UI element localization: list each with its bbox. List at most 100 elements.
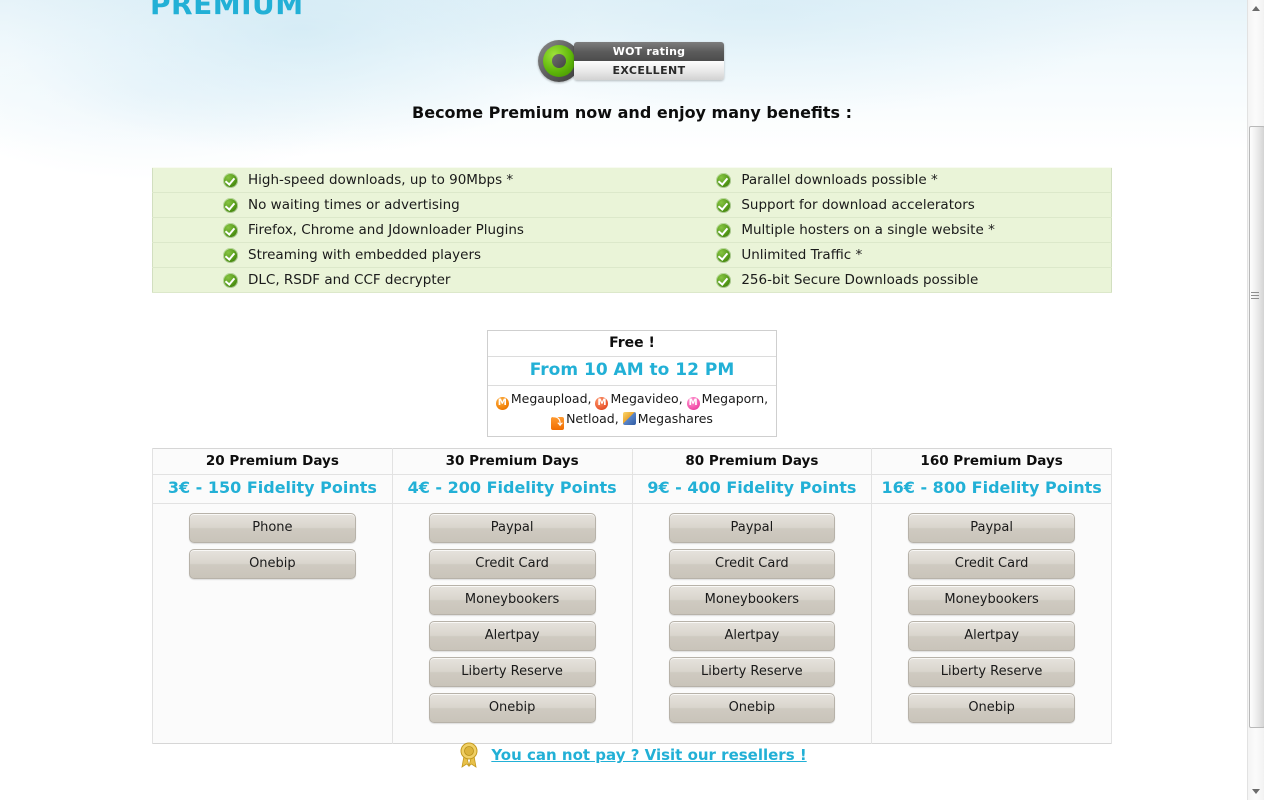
wot-bars: WOT rating EXCELLENT [574, 42, 724, 80]
table-row: Streaming with embedded players Unlimite… [152, 242, 1112, 268]
benefits-body: High-speed downloads, up to 90Mbps * Par… [152, 167, 1112, 293]
pay-button-moneybookers[interactable]: Moneybookers [428, 585, 596, 615]
benefits-table: High-speed downloads, up to 90Mbps * Par… [152, 167, 1112, 293]
megashares-icon [622, 412, 636, 425]
pay-button-credit-card[interactable]: Credit Card [668, 549, 836, 579]
green-check-icon [716, 222, 732, 238]
payment-methods-30: Paypal Credit Card Moneybookers Alertpay… [391, 503, 633, 744]
benefit-cell-left: DLC, RSDF and CCF decrypter [152, 267, 649, 293]
pay-button-paypal[interactable]: Paypal [668, 513, 836, 543]
green-check-icon [223, 272, 238, 288]
green-check-icon [223, 172, 238, 188]
payment-methods-20: Phone Onebip [152, 503, 393, 744]
green-check-icon [716, 172, 732, 188]
benefit-label: Multiple hosters on a single website * [741, 222, 995, 238]
green-check-icon [716, 247, 732, 263]
benefit-label: DLC, RSDF and CCF decrypter [248, 272, 451, 288]
pay-button-moneybookers[interactable]: Moneybookers [908, 585, 1075, 615]
pricing-body: 20 Premium Days 30 Premium Days 80 Premi… [152, 448, 1112, 744]
benefit-label: Streaming with embedded players [248, 247, 482, 263]
free-box-title: Free ! [488, 331, 776, 357]
pay-button-paypal[interactable]: Paypal [908, 513, 1075, 543]
table-row: High-speed downloads, up to 90Mbps * Par… [152, 167, 1112, 193]
table-row: Firefox, Chrome and Jdownloader Plugins … [152, 217, 1112, 243]
benefit-label: 256-bit Secure Downloads possible [741, 272, 979, 288]
benefit-cell-right: 256-bit Secure Downloads possible [648, 267, 1112, 293]
green-check-icon [223, 247, 238, 263]
megaupload-icon: M [495, 397, 509, 410]
free-access-box: Free ! From 10 AM to 12 PM M Megaupload, … [487, 330, 777, 437]
green-check-icon [716, 197, 732, 213]
list-item: Megashares [622, 411, 713, 426]
netload-icon: ⤵ [551, 417, 565, 430]
hoster-label: Megashares [637, 411, 713, 426]
benefit-label: High-speed downloads, up to 90Mbps * [248, 172, 514, 188]
scroll-up-arrow-icon[interactable] [1248, 0, 1264, 17]
free-box-hosters: M Megaupload, M Megavideo, M Megaporn, ⤵ Net… [488, 386, 776, 436]
pay-button-alertpay[interactable]: Alertpay [428, 621, 596, 651]
benefit-label: Firefox, Chrome and Jdownloader Plugins [248, 222, 524, 238]
pricing-price-30: 4€ - 200 Fidelity Points [391, 474, 633, 504]
pricing-days-80: 80 Premium Days [631, 448, 873, 475]
pay-button-onebip[interactable]: Onebip [428, 693, 596, 723]
pay-button-onebip[interactable]: Onebip [908, 693, 1075, 723]
benefit-cell-right: Multiple hosters on a single website * [648, 217, 1112, 243]
hoster-label: Megaporn, [701, 391, 769, 406]
benefit-cell-left: Streaming with embedded players [152, 242, 649, 268]
pricing-price-160: 16€ - 800 Fidelity Points [871, 474, 1112, 504]
pay-button-alertpay[interactable]: Alertpay [908, 621, 1075, 651]
table-row: DLC, RSDF and CCF decrypter 256-bit Secu… [152, 267, 1112, 293]
pay-button-liberty-reserve[interactable]: Liberty Reserve [428, 657, 596, 687]
section-heading: Become Premium now and enjoy many benefi… [412, 103, 852, 122]
hoster-label: Megaupload, [510, 391, 592, 406]
benefit-cell-right: Parallel downloads possible * [648, 167, 1112, 193]
payment-methods-160: Paypal Credit Card Moneybookers Alertpay… [871, 503, 1112, 744]
benefit-cell-right: Unlimited Traffic * [648, 242, 1112, 268]
pricing-header-row: 20 Premium Days 30 Premium Days 80 Premi… [152, 448, 1112, 475]
benefit-label: Unlimited Traffic * [741, 247, 863, 263]
pricing-days-20: 20 Premium Days [152, 448, 393, 475]
benefit-cell-left: No waiting times or advertising [152, 192, 649, 218]
pay-button-liberty-reserve[interactable]: Liberty Reserve [668, 657, 836, 687]
pay-button-onebip[interactable]: Onebip [189, 549, 356, 579]
pricing-price-row: 3€ - 150 Fidelity Points 4€ - 200 Fideli… [152, 474, 1112, 504]
pricing-methods-row: Phone Onebip Paypal Credit Card Moneyboo… [152, 503, 1112, 744]
pay-button-credit-card[interactable]: Credit Card [428, 549, 596, 579]
table-row: No waiting times or advertising Support … [152, 192, 1112, 218]
megavideo-icon: M [595, 397, 609, 410]
pay-button-liberty-reserve[interactable]: Liberty Reserve [908, 657, 1075, 687]
wot-rating-badge[interactable]: WOT rating EXCELLENT [538, 40, 724, 82]
pay-button-moneybookers[interactable]: Moneybookers [668, 585, 836, 615]
scrollbar[interactable] [1247, 0, 1264, 800]
resellers-link[interactable]: You can not pay ? Visit our resellers ! [491, 746, 806, 764]
green-check-icon [716, 272, 732, 288]
hoster-label: Netload, [566, 411, 619, 426]
list-item: M Megaporn, [686, 391, 769, 410]
scroll-down-arrow-icon[interactable] [1248, 783, 1264, 800]
pay-button-onebip[interactable]: Onebip [668, 693, 836, 723]
page-title: PREMIUM [150, 0, 304, 21]
pay-button-phone[interactable]: Phone [189, 513, 356, 543]
pay-button-credit-card[interactable]: Credit Card [908, 549, 1075, 579]
pricing-days-160: 160 Premium Days [871, 448, 1112, 475]
premium-page: PREMIUM WOT rating EXCELLENT Become Prem… [0, 0, 1264, 800]
free-box-hours: From 10 AM to 12 PM [488, 357, 776, 386]
pricing-price-80: 9€ - 400 Fidelity Points [631, 474, 873, 504]
list-item: ⤵ Netload, [551, 411, 619, 430]
resellers-section: You can not pay ? Visit our resellers ! [0, 742, 1264, 772]
pay-button-paypal[interactable]: Paypal [428, 513, 596, 543]
pricing-days-30: 30 Premium Days [391, 448, 633, 475]
list-item: M Megaupload, [495, 391, 592, 410]
pricing-table: 20 Premium Days 30 Premium Days 80 Premi… [152, 448, 1112, 744]
megaporn-icon: M [686, 397, 700, 410]
wot-rating-value: EXCELLENT [574, 61, 724, 80]
pay-button-alertpay[interactable]: Alertpay [668, 621, 836, 651]
resellers-inner: You can not pay ? Visit our resellers ! [457, 742, 807, 768]
award-medal-icon [457, 742, 481, 768]
hoster-label: Megavideo, [610, 391, 683, 406]
benefit-cell-left: Firefox, Chrome and Jdownloader Plugins [152, 217, 649, 243]
green-check-icon [223, 197, 238, 213]
benefit-label: Parallel downloads possible * [741, 172, 938, 188]
pricing-price-20: 3€ - 150 Fidelity Points [152, 474, 393, 504]
scrollbar-thumb[interactable] [1249, 126, 1264, 728]
